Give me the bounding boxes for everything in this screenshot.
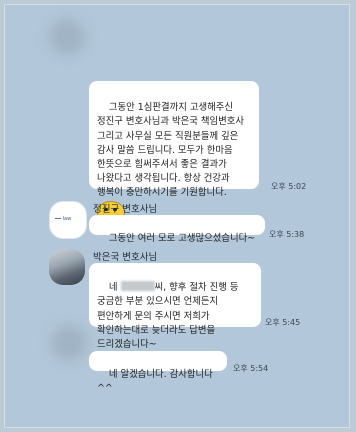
redacted-name [120, 281, 155, 292]
message-bubble-1[interactable]: 그동안 1심판결까지 고생해주신 정진구 변호사님과 박은국 책임변호사 그리고… [89, 81, 259, 223]
message-time-2: 오후 5:38 [269, 230, 305, 239]
message-time-1: 오후 5:02 [271, 182, 307, 191]
message-time-3: 오후 5:45 [265, 318, 301, 327]
message-text-1: 그동안 1심판결까지 고생해주신 정진구 변호사님과 박은국 책임변호사 그리고… [97, 102, 247, 199]
sender-name-3: 박은국 변호사님 [93, 252, 158, 263]
firm-logo-icon: ━━ law [55, 216, 72, 222]
avatar-park[interactable] [49, 249, 85, 285]
message-time-4: 오후 5:54 [233, 364, 269, 373]
sender-name-2: 정진구 변호사님 [93, 204, 158, 215]
blurred-avatar-2 [51, 325, 87, 361]
message-text-2: 그동안 여러 모로 고생많으셨습니다~ [108, 233, 256, 245]
avatar-jung[interactable]: ━━ law [49, 201, 87, 239]
message-bubble-2[interactable]: 그동안 여러 모로 고생많으셨습니다~ [89, 215, 265, 244]
message-prefix-3: 네 [108, 282, 118, 294]
message-bubble-3[interactable]: 네 씨, 향후 절차 진행 등 궁금한 부분 있으시면 언제든지 편안하게 문의… [89, 263, 261, 350]
message-text-4: 네 알겠습니다. 감사합니다^^ [97, 369, 213, 395]
message-bubble-4[interactable]: 네 알겠습니다. 감사합니다^^ [89, 351, 227, 394]
chat-window: 그동안 1심판결까지 고생해주신 정진구 변호사님과 박은국 책임변호사 그리고… [4, 4, 350, 428]
blurred-avatar [49, 19, 85, 55]
message-text-3: 씨, 향후 절차 진행 등 궁금한 부분 있으시면 언제든지 편안하게 문의 주… [97, 282, 242, 351]
